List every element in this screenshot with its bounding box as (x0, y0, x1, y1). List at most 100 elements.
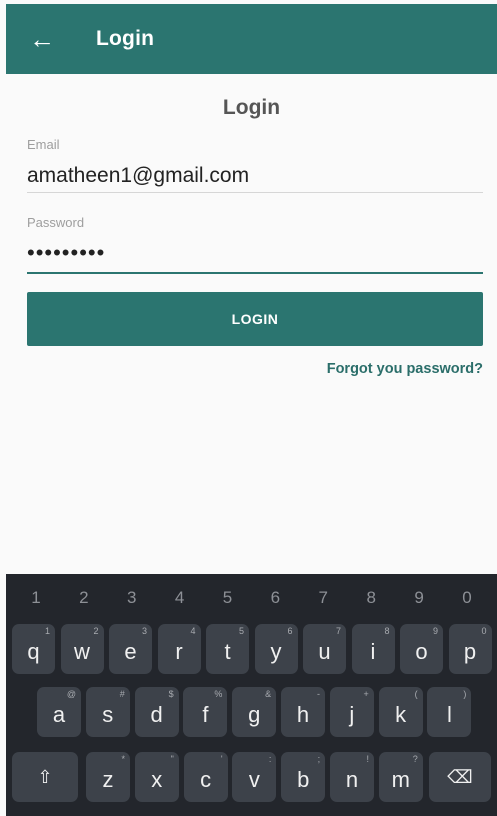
key-letter: t (224, 639, 231, 664)
key-hint: ' (220, 754, 223, 764)
key-hint: 2 (93, 626, 99, 636)
key-hint: 9 (432, 626, 438, 636)
key-letter: d (150, 702, 163, 727)
key-hint: 4 (190, 626, 196, 636)
number-key-3[interactable]: 3 (113, 588, 151, 608)
app-bar-title: Login (96, 27, 155, 50)
number-key-8[interactable]: 8 (352, 588, 390, 608)
key-letter: w (74, 639, 90, 664)
key-letter: c (200, 767, 212, 792)
key-j[interactable]: + j (329, 687, 374, 737)
key-letter: o (415, 639, 428, 664)
back-arrow-icon[interactable]: ← (18, 15, 66, 63)
key-hint: 1 (44, 626, 50, 636)
number-key-5[interactable]: 5 (209, 588, 247, 608)
key-letter: g (248, 702, 261, 727)
key-letter: a (52, 702, 66, 727)
key-letter: k (395, 702, 407, 727)
email-label: Email (27, 137, 60, 152)
key-hint: 0 (481, 626, 487, 636)
key-letter: m (391, 767, 410, 792)
number-key-4[interactable]: 4 (161, 588, 199, 608)
number-key-7[interactable]: 7 (304, 588, 342, 608)
app-bar: ← Login (6, 4, 497, 74)
password-field[interactable] (27, 238, 483, 268)
key-v[interactable]: :v (232, 752, 277, 802)
key-o[interactable]: 9o (400, 624, 443, 674)
key-letter: f (202, 702, 209, 727)
key-a[interactable]: @ a (37, 687, 81, 737)
number-key-2[interactable]: 2 (65, 588, 103, 608)
key-hint: : (268, 754, 272, 764)
key-letter: x (151, 767, 163, 792)
key-hint: 8 (384, 626, 390, 636)
key-hint: # (119, 689, 125, 699)
key-hint: + (363, 689, 369, 699)
key-letter: h (296, 702, 310, 727)
key-letter: l (446, 702, 452, 727)
key-letter: q (27, 639, 40, 664)
app-frame: ← Login Login Email Password LOGIN Forgo… (6, 4, 497, 816)
key-letter: u (318, 639, 331, 664)
key-g[interactable]: & g (232, 687, 277, 737)
key-hint: 7 (335, 626, 341, 636)
key-letter: y (270, 639, 282, 664)
number-key-0[interactable]: 0 (448, 588, 486, 608)
key-z[interactable]: * z (86, 752, 130, 802)
key-r[interactable]: 4r (157, 624, 201, 674)
key-w[interactable]: 2w (60, 624, 104, 674)
key-letter: s (102, 702, 114, 727)
key-h[interactable]: -h (281, 687, 325, 737)
forgot-password-link[interactable]: Forgot you password? (327, 361, 483, 377)
key-q[interactable]: 1q (12, 624, 55, 674)
login-button[interactable]: LOGIN (27, 292, 483, 346)
key-l[interactable]: ) l (427, 687, 472, 737)
key-b[interactable]: ; b (281, 752, 326, 802)
email-field[interactable] (27, 160, 483, 192)
keyboard-number-row: 1234567890 (6, 580, 497, 616)
number-key-1[interactable]: 1 (17, 588, 55, 608)
key-hint: - (317, 689, 320, 699)
key-hint: ( (414, 689, 418, 699)
key-hint: * (121, 754, 125, 764)
key-c[interactable]: ' c (183, 752, 228, 802)
form-title: Login (222, 96, 281, 119)
key-hint: $ (168, 689, 174, 699)
key-letter: r (175, 639, 183, 664)
key-hint: ! (366, 754, 369, 764)
key-t[interactable]: 5t (206, 624, 249, 674)
key-hint: ? (412, 754, 418, 764)
key-letter: z (102, 767, 114, 792)
key-p[interactable]: 0p (448, 624, 492, 674)
key-k[interactable]: (k (378, 687, 423, 737)
key-y[interactable]: 6y (254, 624, 298, 674)
key-e[interactable]: 3e (109, 624, 152, 674)
email-underline (27, 192, 483, 193)
key-hint: & (265, 689, 272, 699)
key-hint: ) (463, 689, 467, 699)
key-i[interactable]: 8i (351, 624, 395, 674)
key-letter: i (370, 639, 376, 664)
key-s[interactable]: # s (85, 687, 130, 737)
key-hint: 3 (141, 626, 147, 636)
key-letter: b (297, 767, 310, 792)
key-letter: j (349, 702, 355, 727)
key-u[interactable]: 7u (303, 624, 346, 674)
key-hint: 6 (287, 626, 293, 636)
key-letter: v (248, 767, 260, 792)
number-key-6[interactable]: 6 (256, 588, 294, 608)
key-n[interactable]: ! n (330, 752, 374, 802)
soft-keyboard: 1234567890 1q2w3e4r5t6y7u8i9o0p @ a # s $ d% f… (6, 574, 497, 816)
key-f[interactable]: % f (183, 687, 228, 737)
key-x[interactable]: " x (134, 752, 179, 802)
key-d[interactable]: $ d (134, 687, 179, 737)
key-letter: n (345, 767, 359, 792)
key-hint: % (214, 689, 223, 699)
number-key-9[interactable]: 9 (400, 588, 438, 608)
password-label: Password (27, 215, 85, 230)
password-underline (27, 272, 483, 274)
key-m[interactable]: ? m (378, 752, 423, 802)
backspace-icon[interactable]: ⌫ (429, 752, 491, 802)
shift-icon[interactable]: ⇧ (12, 752, 78, 802)
key-letter: e (124, 639, 137, 664)
